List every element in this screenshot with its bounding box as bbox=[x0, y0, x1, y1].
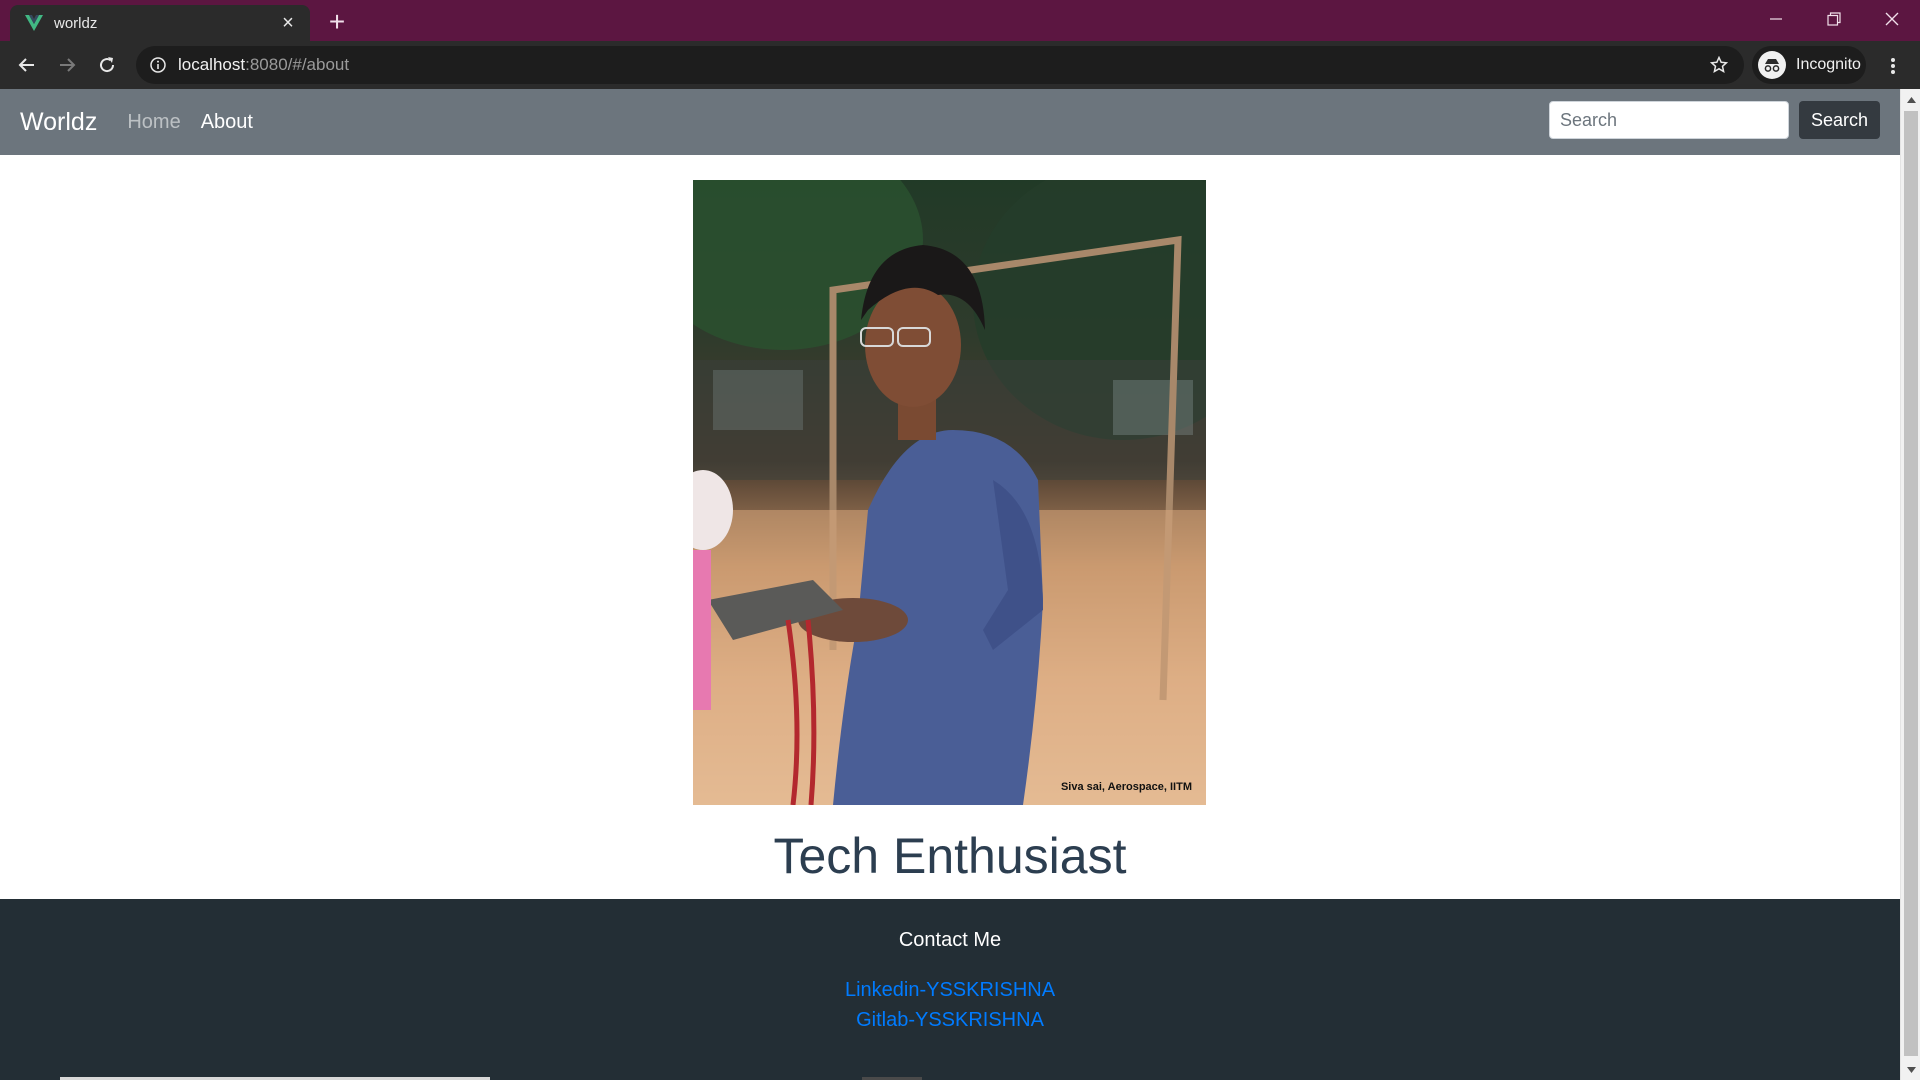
scroll-up-arrow-icon[interactable] bbox=[1901, 91, 1920, 108]
search-button[interactable]: Search bbox=[1798, 101, 1880, 139]
scrollbar-thumb[interactable] bbox=[1904, 111, 1918, 1056]
nav-link-about[interactable]: About bbox=[201, 111, 253, 134]
incognito-label: Incognito bbox=[1796, 56, 1861, 73]
page-viewport: Worldz Home About Search Search Siva sai… bbox=[0, 89, 1900, 1080]
bookmark-star-icon[interactable] bbox=[1704, 50, 1734, 80]
vue-logo-icon bbox=[24, 13, 44, 33]
footer-title: Contact Me bbox=[898, 929, 1002, 951]
profile-photo-illustration bbox=[693, 180, 1206, 805]
browser-menu-icon[interactable] bbox=[1876, 49, 1910, 83]
tab-title: worldz bbox=[54, 14, 98, 32]
browser-tab[interactable]: worldz × bbox=[10, 5, 310, 41]
linkedin-link[interactable]: Linkedin-YSSKRISHNA bbox=[0, 979, 1900, 1002]
minimize-icon[interactable] bbox=[1748, 0, 1804, 38]
search-input[interactable] bbox=[1548, 101, 1789, 139]
url-path: :8080/#/about bbox=[245, 55, 350, 74]
site-brand[interactable]: Worldz bbox=[20, 108, 97, 137]
info-icon[interactable] bbox=[150, 57, 166, 73]
scroll-down-arrow-icon[interactable] bbox=[1901, 1061, 1920, 1078]
incognito-icon bbox=[1758, 51, 1786, 79]
browser-toolbar: localhost:8080/#/about Incognito bbox=[0, 41, 1920, 89]
tagline-heading: Tech Enthusiast bbox=[773, 828, 1127, 884]
gitlab-link[interactable]: Gitlab-YSSKRISHNA bbox=[0, 1009, 1900, 1032]
site-footer: Contact Me Linkedin-YSSKRISHNA Gitlab-YS… bbox=[0, 899, 1900, 1080]
search-form: Search bbox=[1548, 101, 1880, 139]
reload-icon[interactable] bbox=[87, 45, 127, 85]
back-arrow-icon[interactable] bbox=[7, 45, 47, 85]
incognito-profile-button[interactable]: Incognito bbox=[1752, 46, 1866, 84]
profile-photo: Siva sai, Aerospace, IITM bbox=[693, 180, 1206, 805]
close-window-icon[interactable] bbox=[1864, 0, 1920, 38]
browser-tabstrip: worldz × + bbox=[0, 0, 1920, 41]
site-navbar: Worldz Home About Search bbox=[0, 89, 1900, 155]
forward-arrow-icon[interactable] bbox=[47, 45, 87, 85]
page-scrollbar[interactable] bbox=[1900, 89, 1920, 1080]
nav-link-home[interactable]: Home bbox=[127, 111, 180, 134]
photo-caption: Siva sai, Aerospace, IITM bbox=[1060, 781, 1192, 793]
new-tab-plus-icon[interactable]: + bbox=[322, 8, 352, 38]
restore-icon[interactable] bbox=[1806, 0, 1862, 38]
tab-close-icon[interactable]: × bbox=[276, 11, 300, 35]
url-host: localhost bbox=[178, 55, 246, 74]
address-bar[interactable]: localhost:8080/#/about bbox=[136, 46, 1744, 84]
